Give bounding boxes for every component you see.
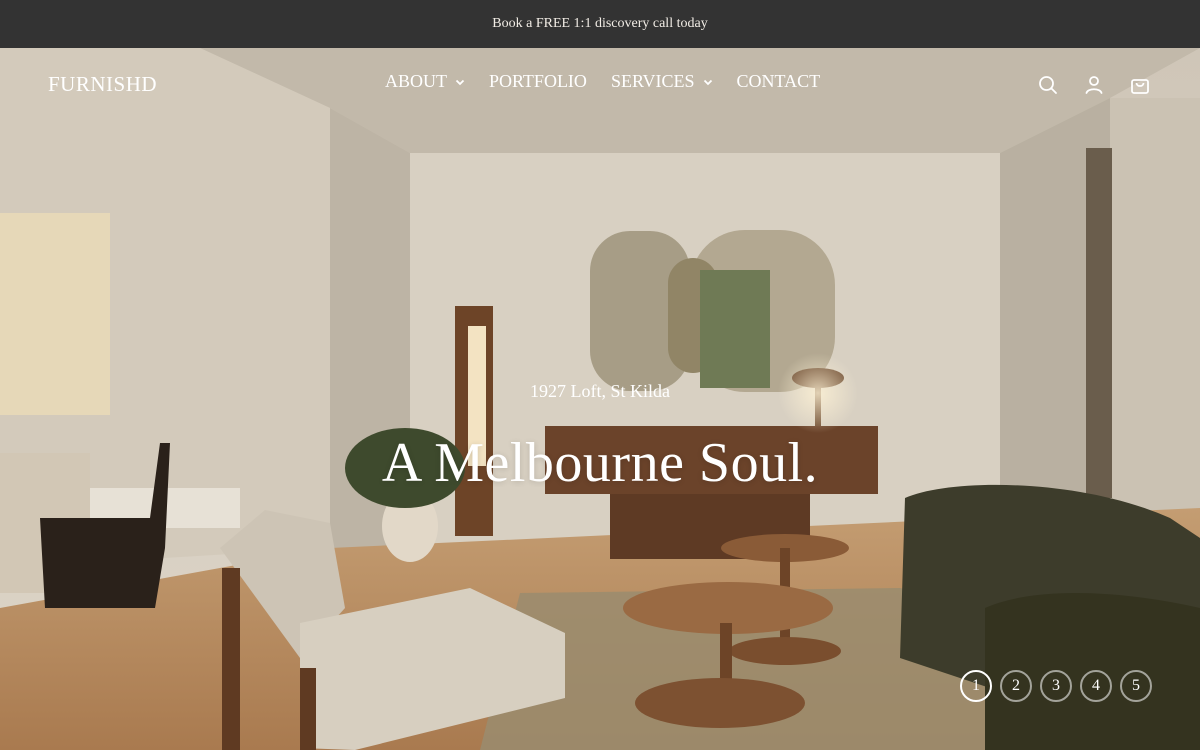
nav-item-label: CONTACT <box>736 71 821 91</box>
nav-item-label: SERVICES <box>610 71 695 91</box>
nav-item-services[interactable]: SERVICES <box>611 71 713 92</box>
hero-headline: A Melbourne Soul. <box>381 432 819 494</box>
hero-subtitle: 1927 Loft, St Kilda <box>530 381 670 401</box>
site-header: FURNISHD ABOUT PORTFOLIO SERVICES CONTAC… <box>0 48 1200 122</box>
nav-item-portfolio[interactable]: PORTFOLIO <box>489 71 587 92</box>
announcement-text[interactable]: Book a FREE 1:1 discovery call today <box>492 16 707 32</box>
nav-item-label: PORTFOLIO <box>489 71 587 91</box>
nav-item-contact[interactable]: CONTACT <box>737 71 821 92</box>
chevron-down-icon <box>455 79 465 85</box>
search-icon[interactable] <box>1036 73 1060 97</box>
slide-dot-1[interactable]: 1 <box>960 670 992 702</box>
slide-dot-3[interactable]: 3 <box>1040 670 1072 702</box>
announcement-bar[interactable]: Book a FREE 1:1 discovery call today <box>0 0 1200 48</box>
cart-icon[interactable] <box>1128 73 1152 97</box>
chevron-down-icon <box>703 79 712 85</box>
slide-dot-4[interactable]: 4 <box>1080 670 1112 702</box>
nav-item-label: ABOUT <box>385 71 447 91</box>
slide-pager: 1 2 3 4 5 <box>960 670 1152 702</box>
main-nav: ABOUT PORTFOLIO SERVICES CONTACT <box>385 71 820 92</box>
site-logo[interactable]: FURNISHD <box>48 72 157 97</box>
nav-item-about[interactable]: ABOUT <box>385 71 465 92</box>
slide-dot-2[interactable]: 2 <box>1000 670 1032 702</box>
account-icon[interactable] <box>1082 73 1106 97</box>
slide-dot-5[interactable]: 5 <box>1120 670 1152 702</box>
header-icons <box>1036 73 1152 97</box>
